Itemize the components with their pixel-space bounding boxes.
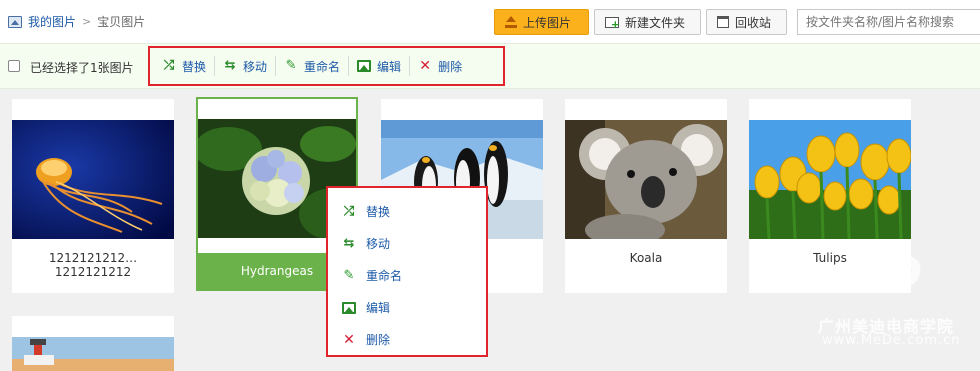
rename-label: 重命名 bbox=[304, 59, 341, 74]
batch-actions: ⤮ 替换 ⇆ 移动 ✎ 重命名 编辑 ✕ 删除 bbox=[148, 46, 505, 86]
context-menu-label: 编辑 bbox=[366, 301, 391, 315]
recycle-bin-button[interactable]: 回收站 bbox=[706, 9, 787, 35]
replace-button[interactable]: ⤮ 替换 bbox=[154, 56, 216, 76]
image-caption: 1212121212…1212121212 bbox=[48, 251, 138, 279]
context-menu-replace[interactable]: ⤮ 替换 bbox=[342, 203, 390, 220]
recycle-bin-label: 回收站 bbox=[735, 15, 772, 30]
move-label: 移动 bbox=[243, 59, 268, 74]
context-menu-rename[interactable]: ✎ 重命名 bbox=[342, 267, 402, 284]
watermark-logo: MD bbox=[846, 248, 922, 299]
pencil-icon: ✎ bbox=[285, 58, 297, 73]
new-folder-button[interactable]: 新建文件夹 bbox=[594, 9, 701, 35]
search-input[interactable] bbox=[797, 9, 980, 35]
context-menu-delete[interactable]: ✕ 删除 bbox=[342, 331, 390, 348]
image-edit-icon bbox=[357, 60, 372, 72]
new-folder-label: 新建文件夹 bbox=[625, 15, 686, 30]
selection-toolbar: 已经选择了1张图片 ⤮ 替换 ⇆ 移动 ✎ 重命名 编辑 ✕ 删除 bbox=[0, 43, 980, 89]
image-caption: Koala bbox=[629, 251, 663, 265]
image-card[interactable] bbox=[12, 316, 174, 371]
upload-image-button[interactable]: 上传图片 bbox=[494, 9, 589, 35]
new-folder-icon bbox=[605, 16, 620, 31]
image-gallery: 1212121212…1212121212 Hydrangeas Koala T… bbox=[0, 89, 980, 371]
delete-button[interactable]: ✕ 删除 bbox=[410, 56, 470, 76]
breadcrumb: 我的图片 > 宝贝图片 bbox=[8, 13, 145, 30]
edit-button[interactable]: 编辑 bbox=[349, 56, 411, 76]
image-edit-icon bbox=[342, 301, 356, 314]
delete-label: 删除 bbox=[438, 59, 463, 74]
context-menu-label: 替换 bbox=[366, 205, 391, 219]
context-menu-label: 重命名 bbox=[366, 269, 403, 283]
upload-icon bbox=[505, 16, 517, 28]
move-button[interactable]: ⇆ 移动 bbox=[215, 56, 277, 76]
breadcrumb-current: 宝贝图片 bbox=[97, 15, 146, 29]
upload-label: 上传图片 bbox=[523, 15, 572, 30]
move-icon: ⇆ bbox=[343, 235, 355, 251]
image-thumbnail-tulips[interactable] bbox=[749, 120, 911, 239]
image-icon bbox=[8, 15, 22, 28]
image-thumbnail-koala[interactable] bbox=[565, 120, 727, 239]
shuffle-icon: ⤮ bbox=[343, 203, 355, 219]
pencil-icon: ✎ bbox=[343, 267, 355, 283]
rename-button[interactable]: ✎ 重命名 bbox=[276, 56, 350, 76]
breadcrumb-root-link[interactable]: 我的图片 bbox=[28, 13, 76, 30]
move-icon: ⇆ bbox=[224, 58, 236, 73]
context-menu: ⤮ 替换 ⇆ 移动 ✎ 重命名 编辑 ✕ 删除 bbox=[326, 186, 488, 357]
recycle-bin-icon bbox=[717, 16, 729, 28]
delete-icon: ✕ bbox=[343, 331, 355, 348]
delete-icon: ✕ bbox=[419, 58, 431, 74]
context-menu-label: 删除 bbox=[366, 333, 391, 347]
image-card[interactable]: Koala bbox=[565, 99, 727, 293]
select-all-checkbox[interactable] bbox=[8, 60, 20, 72]
watermark-url: www.MeDe.com.cn bbox=[822, 333, 961, 348]
image-card[interactable]: 1212121212…1212121212 bbox=[12, 99, 174, 293]
edit-label: 编辑 bbox=[377, 59, 402, 74]
header: 我的图片 > 宝贝图片 上传图片 新建文件夹 回收站 bbox=[0, 0, 980, 43]
selection-count-text: 已经选择了1张图片 bbox=[30, 61, 134, 75]
breadcrumb-separator: > bbox=[82, 15, 92, 28]
replace-label: 替换 bbox=[182, 59, 207, 74]
context-menu-edit[interactable]: 编辑 bbox=[342, 299, 390, 316]
image-thumbnail-jellyfish[interactable] bbox=[12, 120, 174, 239]
context-menu-move[interactable]: ⇆ 移动 bbox=[342, 235, 390, 252]
image-thumbnail-lighthouse[interactable] bbox=[12, 337, 174, 371]
context-menu-label: 移动 bbox=[366, 237, 391, 251]
shuffle-icon: ⤮ bbox=[163, 58, 175, 73]
